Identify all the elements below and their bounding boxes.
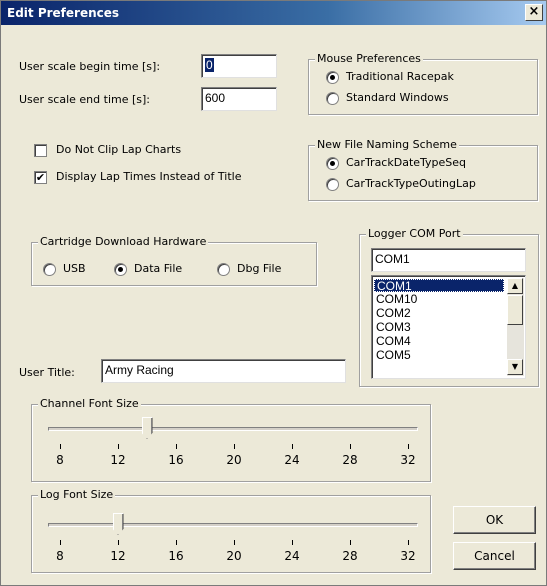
radio-standard-windows[interactable] (326, 92, 339, 105)
close-button[interactable]: × (525, 4, 543, 21)
channel-font-tick (59, 444, 61, 449)
channel-font-size-label: Channel Font Size (38, 397, 141, 410)
radio-cartrackdatetypeseq-label[interactable]: CarTrackDateTypeSeq (346, 156, 466, 169)
checkmark-icon: ✔ (35, 171, 46, 184)
user-title-label: User Title: (19, 366, 75, 379)
radio-standard-windows-label[interactable]: Standard Windows (346, 91, 449, 104)
ok-button[interactable]: OK (453, 506, 536, 534)
scale-end-label: User scale end time [s]: (19, 93, 150, 106)
log-font-size-group: Log Font Size 8 12 16 20 24 28 32 (31, 488, 431, 573)
channel-font-slider-thumb[interactable] (141, 417, 153, 439)
log-font-slider-track[interactable] (48, 523, 418, 527)
channel-font-tick (291, 444, 293, 449)
radio-dbg-file-label[interactable]: Dbg File (237, 262, 281, 275)
channel-font-tick-label: 16 (168, 453, 184, 467)
edit-preferences-dialog: Edit Preferences × User scale begin time… (0, 0, 547, 586)
scroll-up-icon: ▲ (511, 281, 519, 290)
cartridge-download-group: Cartridge Download Hardware USB Data Fil… (31, 235, 317, 286)
window-title: Edit Preferences (7, 6, 120, 20)
log-font-tick-label: 8 (56, 549, 64, 563)
log-font-tick (349, 540, 351, 545)
log-font-tick-label: 16 (168, 549, 184, 563)
scroll-up-button[interactable]: ▲ (507, 278, 523, 294)
scale-begin-label: User scale begin time [s]: (19, 60, 161, 73)
cartridge-download-label: Cartridge Download Hardware (38, 235, 209, 248)
list-item-com1[interactable]: COM1 (374, 279, 504, 293)
list-item-com2[interactable]: COM2 (374, 307, 504, 320)
file-naming-label: New File Naming Scheme (315, 138, 459, 151)
radio-traditional-racepak[interactable] (326, 71, 339, 84)
channel-font-size-group: Channel Font Size 8 12 16 20 24 28 32 (31, 397, 431, 482)
radio-traditional-racepak-label[interactable]: Traditional Racepak (346, 70, 454, 83)
channel-font-tick (233, 444, 235, 449)
scale-end-input[interactable]: 600 (201, 87, 277, 111)
display-lap-times-checkbox[interactable]: ✔ (34, 171, 47, 184)
list-item-com10[interactable]: COM10 (374, 293, 504, 306)
log-font-tick (233, 540, 235, 545)
channel-font-tick (349, 444, 351, 449)
no-clip-lap-charts-checkbox[interactable] (34, 144, 47, 157)
log-font-tick-label: 32 (400, 549, 416, 563)
log-font-slider-thumb[interactable] (112, 513, 124, 535)
list-item-com5[interactable]: COM5 (374, 349, 504, 362)
radio-dot-icon (330, 75, 335, 80)
display-lap-times-label[interactable]: Display Lap Times Instead of Title (56, 170, 241, 183)
file-naming-group: New File Naming Scheme CarTrackDateTypeS… (308, 138, 538, 201)
log-font-tick (175, 540, 177, 545)
log-font-tick-label: 12 (110, 549, 126, 563)
channel-font-tick-label: 24 (284, 453, 300, 467)
channel-font-tick-label: 12 (110, 453, 126, 467)
mouse-preferences-group: Mouse Preferences Traditional Racepak St… (308, 52, 538, 115)
radio-cartracktypeoutinglap[interactable] (326, 178, 339, 191)
radio-data-file-label[interactable]: Data File (134, 262, 182, 275)
user-title-input[interactable]: Army Racing (101, 359, 346, 383)
scroll-down-icon: ▼ (511, 362, 519, 371)
logger-com-port-group: Logger COM Port COM1 COM1 COM10 COM2 COM… (359, 227, 539, 387)
radio-cartracktypeoutinglap-label[interactable]: CarTrackTypeOutingLap (346, 177, 476, 190)
list-item-com4[interactable]: COM4 (374, 335, 504, 348)
close-icon: × (528, 4, 540, 19)
com-port-scrollbar[interactable]: ▲ ▼ (507, 278, 524, 376)
log-font-tick (117, 540, 119, 545)
log-font-tick-label: 24 (284, 549, 300, 563)
log-font-tick (291, 540, 293, 545)
log-font-size-label: Log Font Size (38, 488, 116, 501)
scroll-thumb[interactable] (507, 295, 523, 325)
radio-dot-icon (118, 267, 123, 272)
log-font-tick (59, 540, 61, 545)
channel-font-tick-label: 20 (226, 453, 242, 467)
channel-font-tick (117, 444, 119, 449)
cancel-button[interactable]: Cancel (453, 542, 536, 570)
radio-dot-icon (330, 161, 335, 166)
logger-com-port-label: Logger COM Port (366, 227, 463, 240)
radio-usb-label[interactable]: USB (63, 262, 86, 275)
channel-font-tick (175, 444, 177, 449)
radio-data-file[interactable] (114, 263, 127, 276)
scroll-down-button[interactable]: ▼ (507, 359, 523, 375)
scale-begin-value: 0 (205, 58, 214, 72)
log-font-tick-label: 20 (226, 549, 242, 563)
channel-font-tick-label: 28 (342, 453, 358, 467)
radio-dbg-file[interactable] (217, 263, 230, 276)
log-font-tick (407, 540, 409, 545)
radio-cartrackdatetypeseq[interactable] (326, 157, 339, 170)
title-bar[interactable]: Edit Preferences × (1, 1, 546, 25)
com-port-input[interactable]: COM1 (371, 248, 526, 272)
log-font-tick-label: 28 (342, 549, 358, 563)
channel-font-tick-label: 32 (400, 453, 416, 467)
channel-font-slider-track[interactable] (48, 427, 418, 431)
mouse-preferences-label: Mouse Preferences (315, 52, 423, 65)
com-port-list[interactable]: COM1 COM10 COM2 COM3 COM4 COM5 ▲ ▼ (371, 275, 526, 379)
no-clip-lap-charts-label[interactable]: Do Not Clip Lap Charts (56, 143, 181, 156)
scale-begin-input[interactable]: 0 (201, 54, 277, 78)
radio-usb[interactable] (43, 263, 56, 276)
channel-font-tick (407, 444, 409, 449)
list-item-com3[interactable]: COM3 (374, 321, 504, 334)
channel-font-tick-label: 8 (56, 453, 64, 467)
